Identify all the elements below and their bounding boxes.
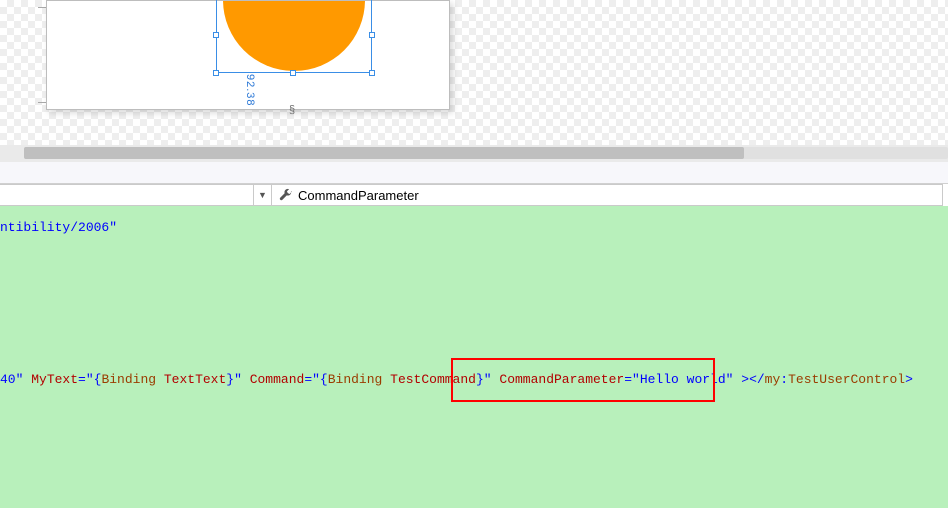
xml-attr: CommandParameter	[499, 372, 624, 387]
splitter-strip[interactable]	[0, 162, 948, 184]
xml-punct: =	[624, 372, 632, 387]
xml-punct: ="{	[78, 372, 101, 387]
xml-punct: >	[733, 372, 749, 387]
designer-hscrollbar[interactable]	[0, 145, 948, 162]
xml-punct: :	[780, 372, 788, 387]
resize-handle-left[interactable]	[213, 32, 219, 38]
resize-handle-right[interactable]	[369, 32, 375, 38]
xml-tag-name: TestUserControl	[788, 372, 905, 387]
xml-punct: </	[749, 372, 765, 387]
xml-binding-path: TestCommand	[390, 372, 476, 387]
designer-surface[interactable]: § 92.38	[0, 0, 948, 145]
chevron-down-icon[interactable]: ▼	[253, 185, 271, 205]
resize-handle-bottom-left[interactable]	[213, 70, 219, 76]
ellipse-fill	[223, 1, 365, 71]
dimension-label: 92.38	[240, 74, 256, 107]
resize-handle-bottom-right[interactable]	[369, 70, 375, 76]
xml-punct: ="{	[304, 372, 327, 387]
xml-keyword: Binding	[101, 372, 156, 387]
code-line[interactable]: ntibility/2006"	[0, 220, 117, 235]
code-line[interactable]: 40" MyText="{Binding TextText}" Command=…	[0, 372, 913, 387]
wrench-icon	[278, 188, 292, 202]
xml-binding-path: TextText	[164, 372, 226, 387]
xaml-editor[interactable]: ntibility/2006" 40" MyText="{Binding Tex…	[0, 206, 948, 508]
member-bar: ▼ CommandParameter	[0, 184, 948, 206]
xml-ns-prefix: my	[765, 372, 781, 387]
xml-string: "Hello world"	[632, 372, 733, 387]
xml-punct: >	[905, 372, 913, 387]
member-name: CommandParameter	[298, 188, 419, 203]
space	[382, 372, 390, 387]
member-bar-right-edge	[942, 184, 948, 206]
xml-text: ntibility/2006"	[0, 220, 117, 235]
space	[156, 372, 164, 387]
xml-text: 40"	[0, 372, 23, 387]
xml-keyword: Binding	[328, 372, 383, 387]
xml-attr: MyText	[31, 372, 78, 387]
expand-handle-icon[interactable]: §	[289, 104, 295, 116]
scrollbar-thumb[interactable]	[24, 147, 744, 159]
ruler-tick	[38, 102, 46, 110]
xml-attr: Command	[250, 372, 305, 387]
ellipse-shape[interactable]	[223, 1, 365, 71]
xml-punct: }"	[226, 372, 242, 387]
member-dropdown[interactable]: CommandParameter	[272, 185, 948, 205]
ruler-tick	[38, 0, 46, 8]
xml-punct: }"	[476, 372, 492, 387]
type-dropdown[interactable]: ▼	[0, 185, 272, 205]
